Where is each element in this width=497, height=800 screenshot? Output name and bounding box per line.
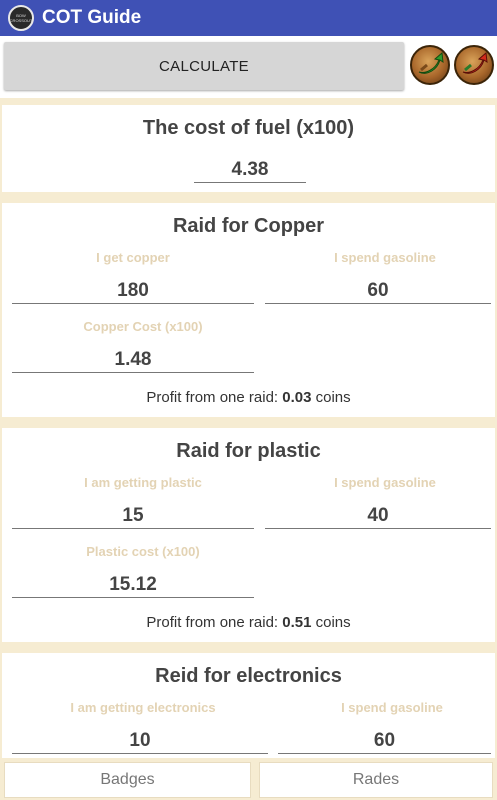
electronics-spend-input[interactable]: 60 (278, 730, 491, 754)
copper-get-input[interactable]: 180 (12, 280, 254, 304)
title-bar: BOW CROSSOUT COT Guide (0, 0, 497, 36)
plastic-profit-text: Profit from one raid: 0.51 coins (2, 614, 495, 631)
green-arrow-glyph (418, 52, 444, 74)
copper-profit-value: 0.03 (282, 389, 312, 406)
app-title: COT Guide (42, 7, 142, 28)
red-arrow-glyph (462, 52, 488, 74)
electronics-get-label: I am getting electronics (70, 700, 216, 715)
copper-cost-input[interactable]: 1.48 (12, 349, 254, 373)
fuel-cost-input[interactable]: 4.38 (194, 159, 306, 183)
plastic-spend-label: I spend gasoline (334, 475, 436, 490)
toolbar: CALCULATE (0, 36, 497, 98)
plastic-cost-label: Plastic cost (x100) (86, 544, 200, 559)
copper-profit-suffix: coins (311, 389, 351, 406)
copper-spend-label: I spend gasoline (334, 250, 436, 265)
copper-get-label: I get copper (96, 250, 170, 265)
plastic-profit-prefix: Profit from one raid: (146, 614, 283, 631)
plastic-cost-input[interactable]: 15.12 (12, 574, 254, 598)
red-arrow-icon[interactable] (454, 45, 494, 85)
green-arrow-icon[interactable] (410, 45, 450, 85)
electronics-title: Reid for electronics (155, 665, 342, 687)
plastic-profit-suffix: coins (311, 614, 351, 631)
app-logo-icon: BOW CROSSOUT (8, 5, 34, 31)
copper-cost-label: Copper Cost (x100) (83, 319, 203, 334)
rades-button[interactable]: Rades (259, 762, 493, 798)
app-logo-text: BOW CROSSOUT (9, 13, 33, 23)
electronics-get-input[interactable]: 10 (12, 730, 268, 754)
electronics-card: Reid for electronics I am getting electr… (2, 653, 495, 758)
calculate-button[interactable]: CALCULATE (4, 42, 404, 90)
copper-profit-prefix: Profit from one raid: (146, 389, 283, 406)
fuel-title: The cost of fuel (x100) (142, 117, 355, 139)
plastic-spend-input[interactable]: 40 (265, 505, 491, 529)
copper-spend-input[interactable]: 60 (265, 280, 491, 304)
electronics-spend-label: I spend gasoline (341, 700, 443, 715)
bottom-bar: Badges Rades (0, 758, 497, 800)
plastic-get-input[interactable]: 15 (12, 505, 254, 529)
plastic-profit-value: 0.51 (282, 614, 312, 631)
copper-title: Raid for Copper (172, 215, 325, 237)
fuel-card: The cost of fuel (x100) 4.38 (2, 105, 495, 192)
plastic-get-label: I am getting plastic (84, 475, 202, 490)
copper-profit-text: Profit from one raid: 0.03 coins (2, 389, 495, 406)
badges-button[interactable]: Badges (4, 762, 251, 798)
plastic-title: Raid for plastic (176, 440, 321, 462)
copper-card: Raid for Copper I get copper I spend gas… (2, 203, 495, 417)
plastic-card: Raid for plastic I am getting plastic I … (2, 428, 495, 642)
